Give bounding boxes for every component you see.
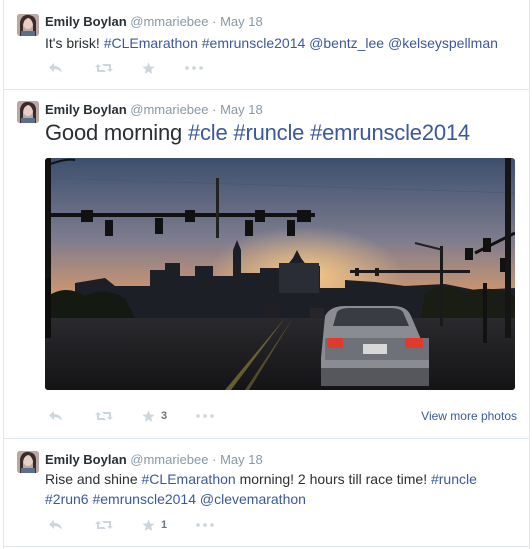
text-segment: Rise and shine [45,471,142,487]
hashtag-link[interactable]: #emrunscle2014 [92,491,196,507]
favorite-button[interactable] [142,60,161,76]
hashtag-link[interactable]: #2run6 [45,491,89,507]
favorite-count: 1 [161,519,168,531]
text-segment: morning! 2 hours till race time! [235,471,431,487]
separator: · [212,14,217,29]
avatar[interactable] [17,451,39,473]
hashtag-link[interactable]: #runcle [233,120,304,145]
more-button[interactable] [185,60,203,76]
retweet-icon [95,64,113,72]
reply-button[interactable] [48,60,63,76]
hashtag-link[interactable]: #runcle [431,471,477,487]
avatar[interactable] [17,101,39,123]
separator: · [212,452,217,467]
user-name[interactable]: Emily Boylan [45,102,127,117]
more-icon [196,523,214,527]
timeline: Emily Boylan @mmariebee · May 18 It's br… [3,0,530,549]
tweet-text: Good morning #cle #runcle #emrunscle2014 [45,119,515,147]
hashtag-link[interactable]: #CLEmarathon [104,35,198,51]
retweet-icon [95,412,113,420]
hashtag-link[interactable]: #emrunscle2014 [202,35,306,51]
tweet[interactable]: Emily Boylan @mmariebee · May 18 Rise an… [4,439,529,547]
tweet[interactable]: Emily Boylan @mmariebee · May 18 It's br… [4,0,529,90]
tweet-photo[interactable] [45,158,515,390]
tweet-text: Rise and shine #CLEmarathon morning! 2 h… [45,469,515,509]
reply-icon [49,411,62,421]
tweet-header: Emily Boylan @mmariebee · May 18 [45,452,263,467]
tweet-actions: 1 [45,517,515,533]
view-more-photos-link[interactable]: View more photos [421,409,517,423]
star-icon [142,519,155,531]
mention-link[interactable]: @bentz_lee [309,35,384,51]
retweet-button[interactable] [95,517,113,533]
text-segment: It's brisk! [45,35,104,51]
reply-icon [49,520,62,530]
hashtag-link[interactable]: #cle [188,120,228,145]
tweet-header: Emily Boylan @mmariebee · May 18 [45,14,263,29]
reply-icon [49,63,62,73]
more-icon [196,414,214,418]
mention-link[interactable]: @kelseyspellman [388,35,498,51]
user-handle[interactable]: @mmariebee [130,102,208,117]
star-icon [142,410,155,422]
tweet-actions [45,60,515,76]
more-icon [185,66,203,70]
tweet-date[interactable]: May 18 [220,102,263,117]
hashtag-link[interactable]: #emrunscle2014 [310,120,470,145]
more-button[interactable] [196,517,214,533]
retweet-button[interactable] [95,60,113,76]
favorite-button[interactable]: 1 [142,517,167,533]
user-handle[interactable]: @mmariebee [130,14,208,29]
more-button[interactable] [196,408,214,424]
user-name[interactable]: Emily Boylan [45,452,127,467]
retweet-button[interactable] [95,408,113,424]
sunrise-skyline-image [45,158,515,390]
tweet-header: Emily Boylan @mmariebee · May 18 [45,102,263,117]
tweet-date[interactable]: May 18 [220,452,263,467]
reply-button[interactable] [48,517,63,533]
favorite-count: 3 [161,410,168,422]
reply-button[interactable] [48,408,63,424]
favorite-button[interactable]: 3 [142,408,167,424]
tweet-date[interactable]: May 18 [220,14,263,29]
mention-link[interactable]: @clevemarathon [200,491,306,507]
text-segment: Good morning [45,120,188,145]
user-name[interactable]: Emily Boylan [45,14,127,29]
avatar[interactable] [17,14,39,36]
user-handle[interactable]: @mmariebee [130,452,208,467]
retweet-icon [95,521,113,529]
separator: · [212,102,217,117]
hashtag-link[interactable]: #CLEmarathon [142,471,236,487]
tweet-text: It's brisk! #CLEmarathon #emrunscle2014 … [45,33,515,53]
tweet[interactable]: Emily Boylan @mmariebee · May 18 Good mo… [4,90,529,439]
star-icon [142,62,155,74]
